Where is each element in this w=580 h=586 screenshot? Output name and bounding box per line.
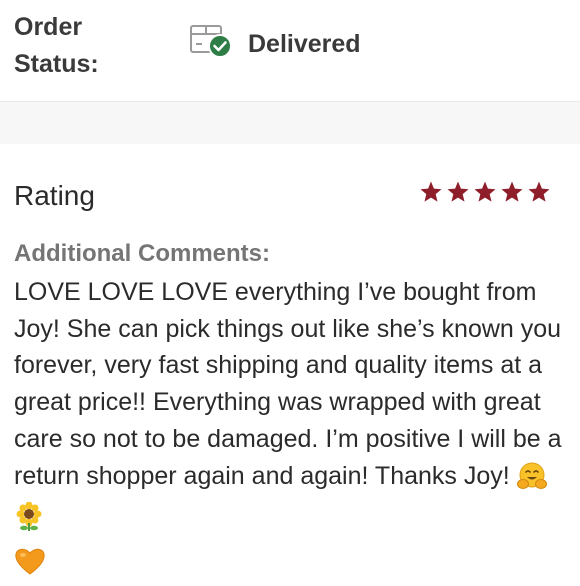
comments-body: LOVE LOVE LOVE everything I’ve bought fr…: [14, 274, 570, 586]
star-icon: [528, 181, 550, 202]
orange-heart-icon: [14, 547, 46, 586]
rating-label: Rating: [14, 180, 95, 211]
rating-section: Rating Additional Comments: LOVE LOVE LO…: [0, 144, 580, 579]
order-status-value: Delivered: [248, 30, 361, 58]
package-delivered-icon: [188, 24, 234, 64]
comments-heading: Additional Comments:: [14, 240, 270, 267]
section-divider: [0, 102, 580, 144]
comments-text: LOVE LOVE LOVE everything I’ve bought fr…: [14, 278, 562, 490]
star-icon: [474, 181, 496, 202]
sunflower-icon: [14, 501, 44, 543]
order-status-row: Order Status: Delivered: [0, 0, 580, 102]
star-icon: [501, 181, 523, 202]
star-icon: [447, 181, 469, 202]
order-status-label: Order Status:: [14, 13, 99, 78]
star-icon: [420, 181, 442, 202]
hugging-face-icon: [516, 462, 547, 501]
star-rating: [418, 180, 554, 204]
